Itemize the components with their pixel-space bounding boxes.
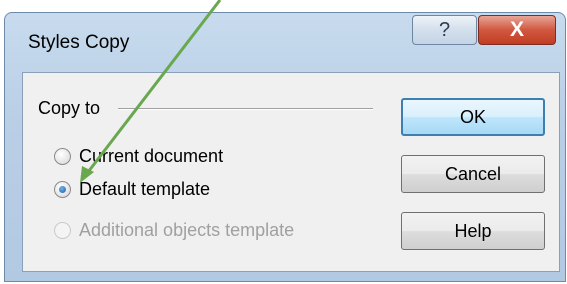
green-arrow-annotation: [80, 0, 222, 183]
arrow-shaft: [83, 0, 222, 177]
screenshot-area: Styles Copy ? X Copy to Current document…: [0, 0, 567, 284]
